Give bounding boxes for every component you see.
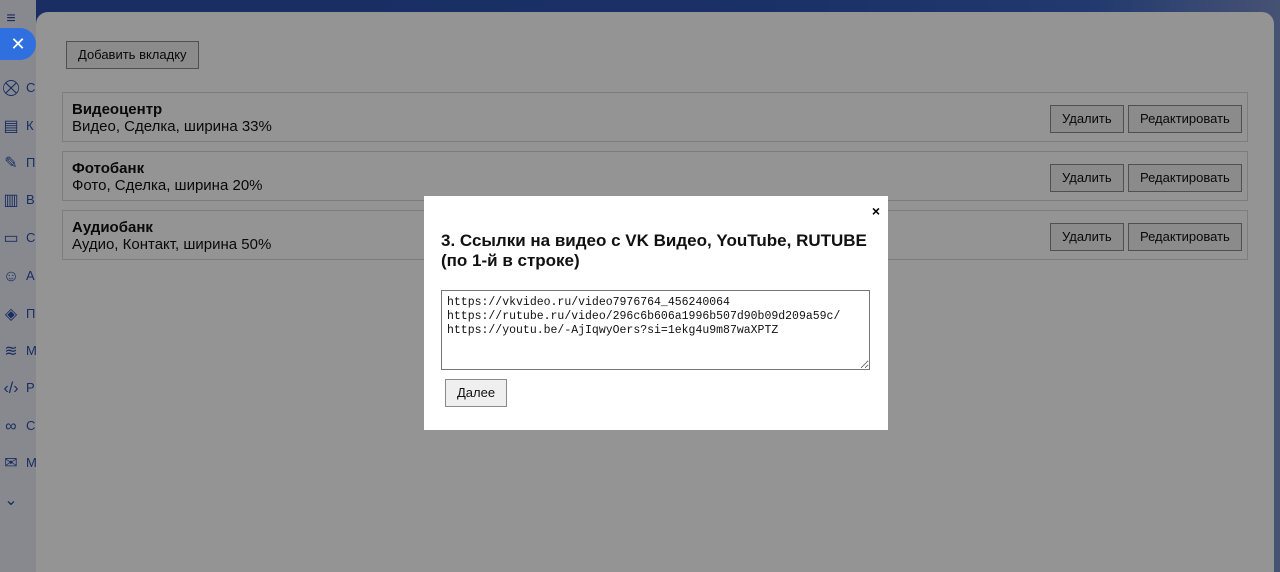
next-button[interactable]: Далее [445, 379, 508, 407]
close-slider-button[interactable]: ✕ [0, 28, 36, 60]
dialog-title: 3. Ссылки на видео с VK Видео, YouTube, … [441, 231, 867, 270]
video-links-dialog: × 3. Ссылки на видео с VK Видео, YouTube… [424, 196, 888, 430]
close-icon[interactable]: × [872, 203, 880, 219]
video-links-textarea[interactable]: https://vkvideo.ru/video7976764_45624006… [441, 290, 870, 370]
close-icon: ✕ [10, 34, 26, 54]
